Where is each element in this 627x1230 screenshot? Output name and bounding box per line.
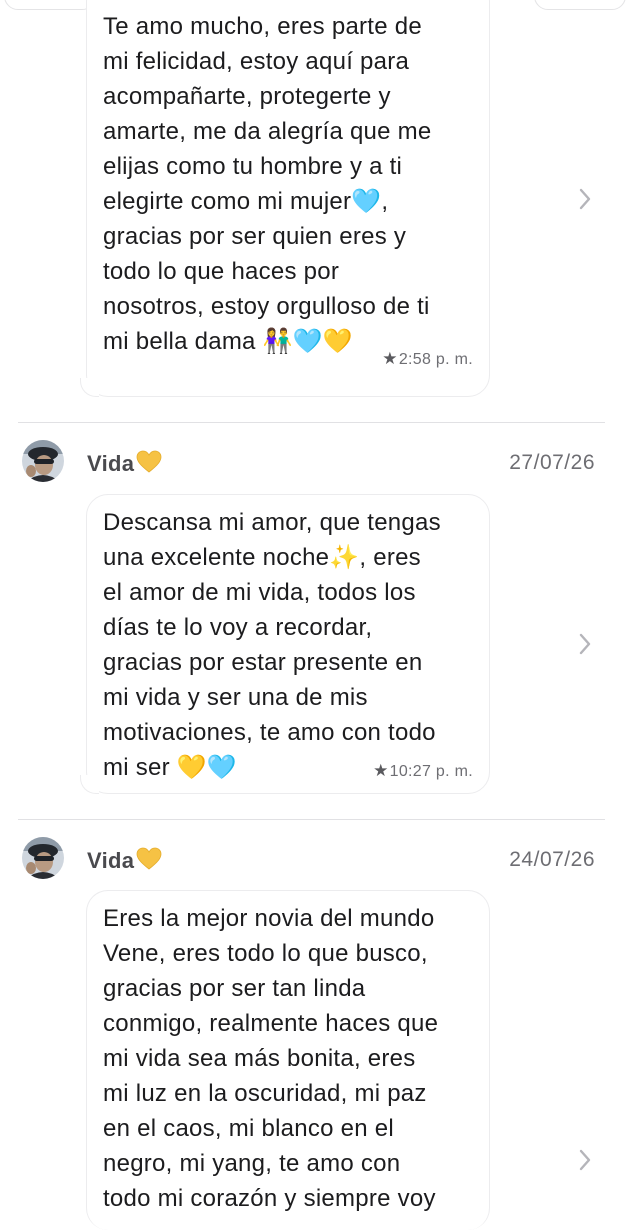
yellow-heart-icon — [136, 450, 162, 473]
message-text: Te amo mucho, eres parte de mi felicidad… — [103, 13, 432, 355]
sender-name: Vida — [87, 847, 162, 874]
divider — [18, 422, 605, 423]
message-text: Eres la mejor novia del mundo Vene, eres… — [103, 905, 439, 1212]
message-time: 10:27 p. m. — [389, 763, 473, 780]
chevron-right-icon[interactable] — [578, 187, 592, 211]
yellow-heart-icon — [136, 847, 162, 870]
bubble-tail — [80, 378, 99, 397]
sender-name: Vida — [87, 450, 162, 477]
top-tab-stub — [534, 0, 626, 10]
message-date: 24/07/26 — [509, 848, 595, 871]
message-text: Descansa mi amor, que tengas una excelen… — [103, 509, 441, 781]
message-bubble[interactable]: Eres la mejor novia del mundo Vene, eres… — [86, 890, 490, 1230]
divider — [18, 819, 605, 820]
top-tab-stub — [4, 0, 96, 10]
chevron-right-icon[interactable] — [578, 1148, 592, 1172]
bubble-tail — [80, 775, 99, 794]
star-icon: ★ — [373, 761, 389, 780]
avatar[interactable] — [22, 440, 64, 482]
message-bubble[interactable]: Descansa mi amor, que tengas una excelen… — [80, 494, 490, 794]
chevron-right-icon[interactable] — [578, 632, 592, 656]
message-date: 27/07/26 — [509, 451, 595, 474]
avatar[interactable] — [22, 837, 64, 879]
message-meta: ★10:27 p. m. — [373, 761, 473, 781]
sender-name-text: Vida — [87, 848, 135, 873]
message-meta: ★2:58 p. m. — [382, 349, 473, 369]
star-icon: ★ — [382, 349, 398, 368]
message-bubble[interactable]: Te amo mucho, eres parte de mi felicidad… — [80, 0, 490, 397]
sender-name-text: Vida — [87, 451, 135, 476]
message-time: 2:58 p. m. — [398, 351, 473, 368]
